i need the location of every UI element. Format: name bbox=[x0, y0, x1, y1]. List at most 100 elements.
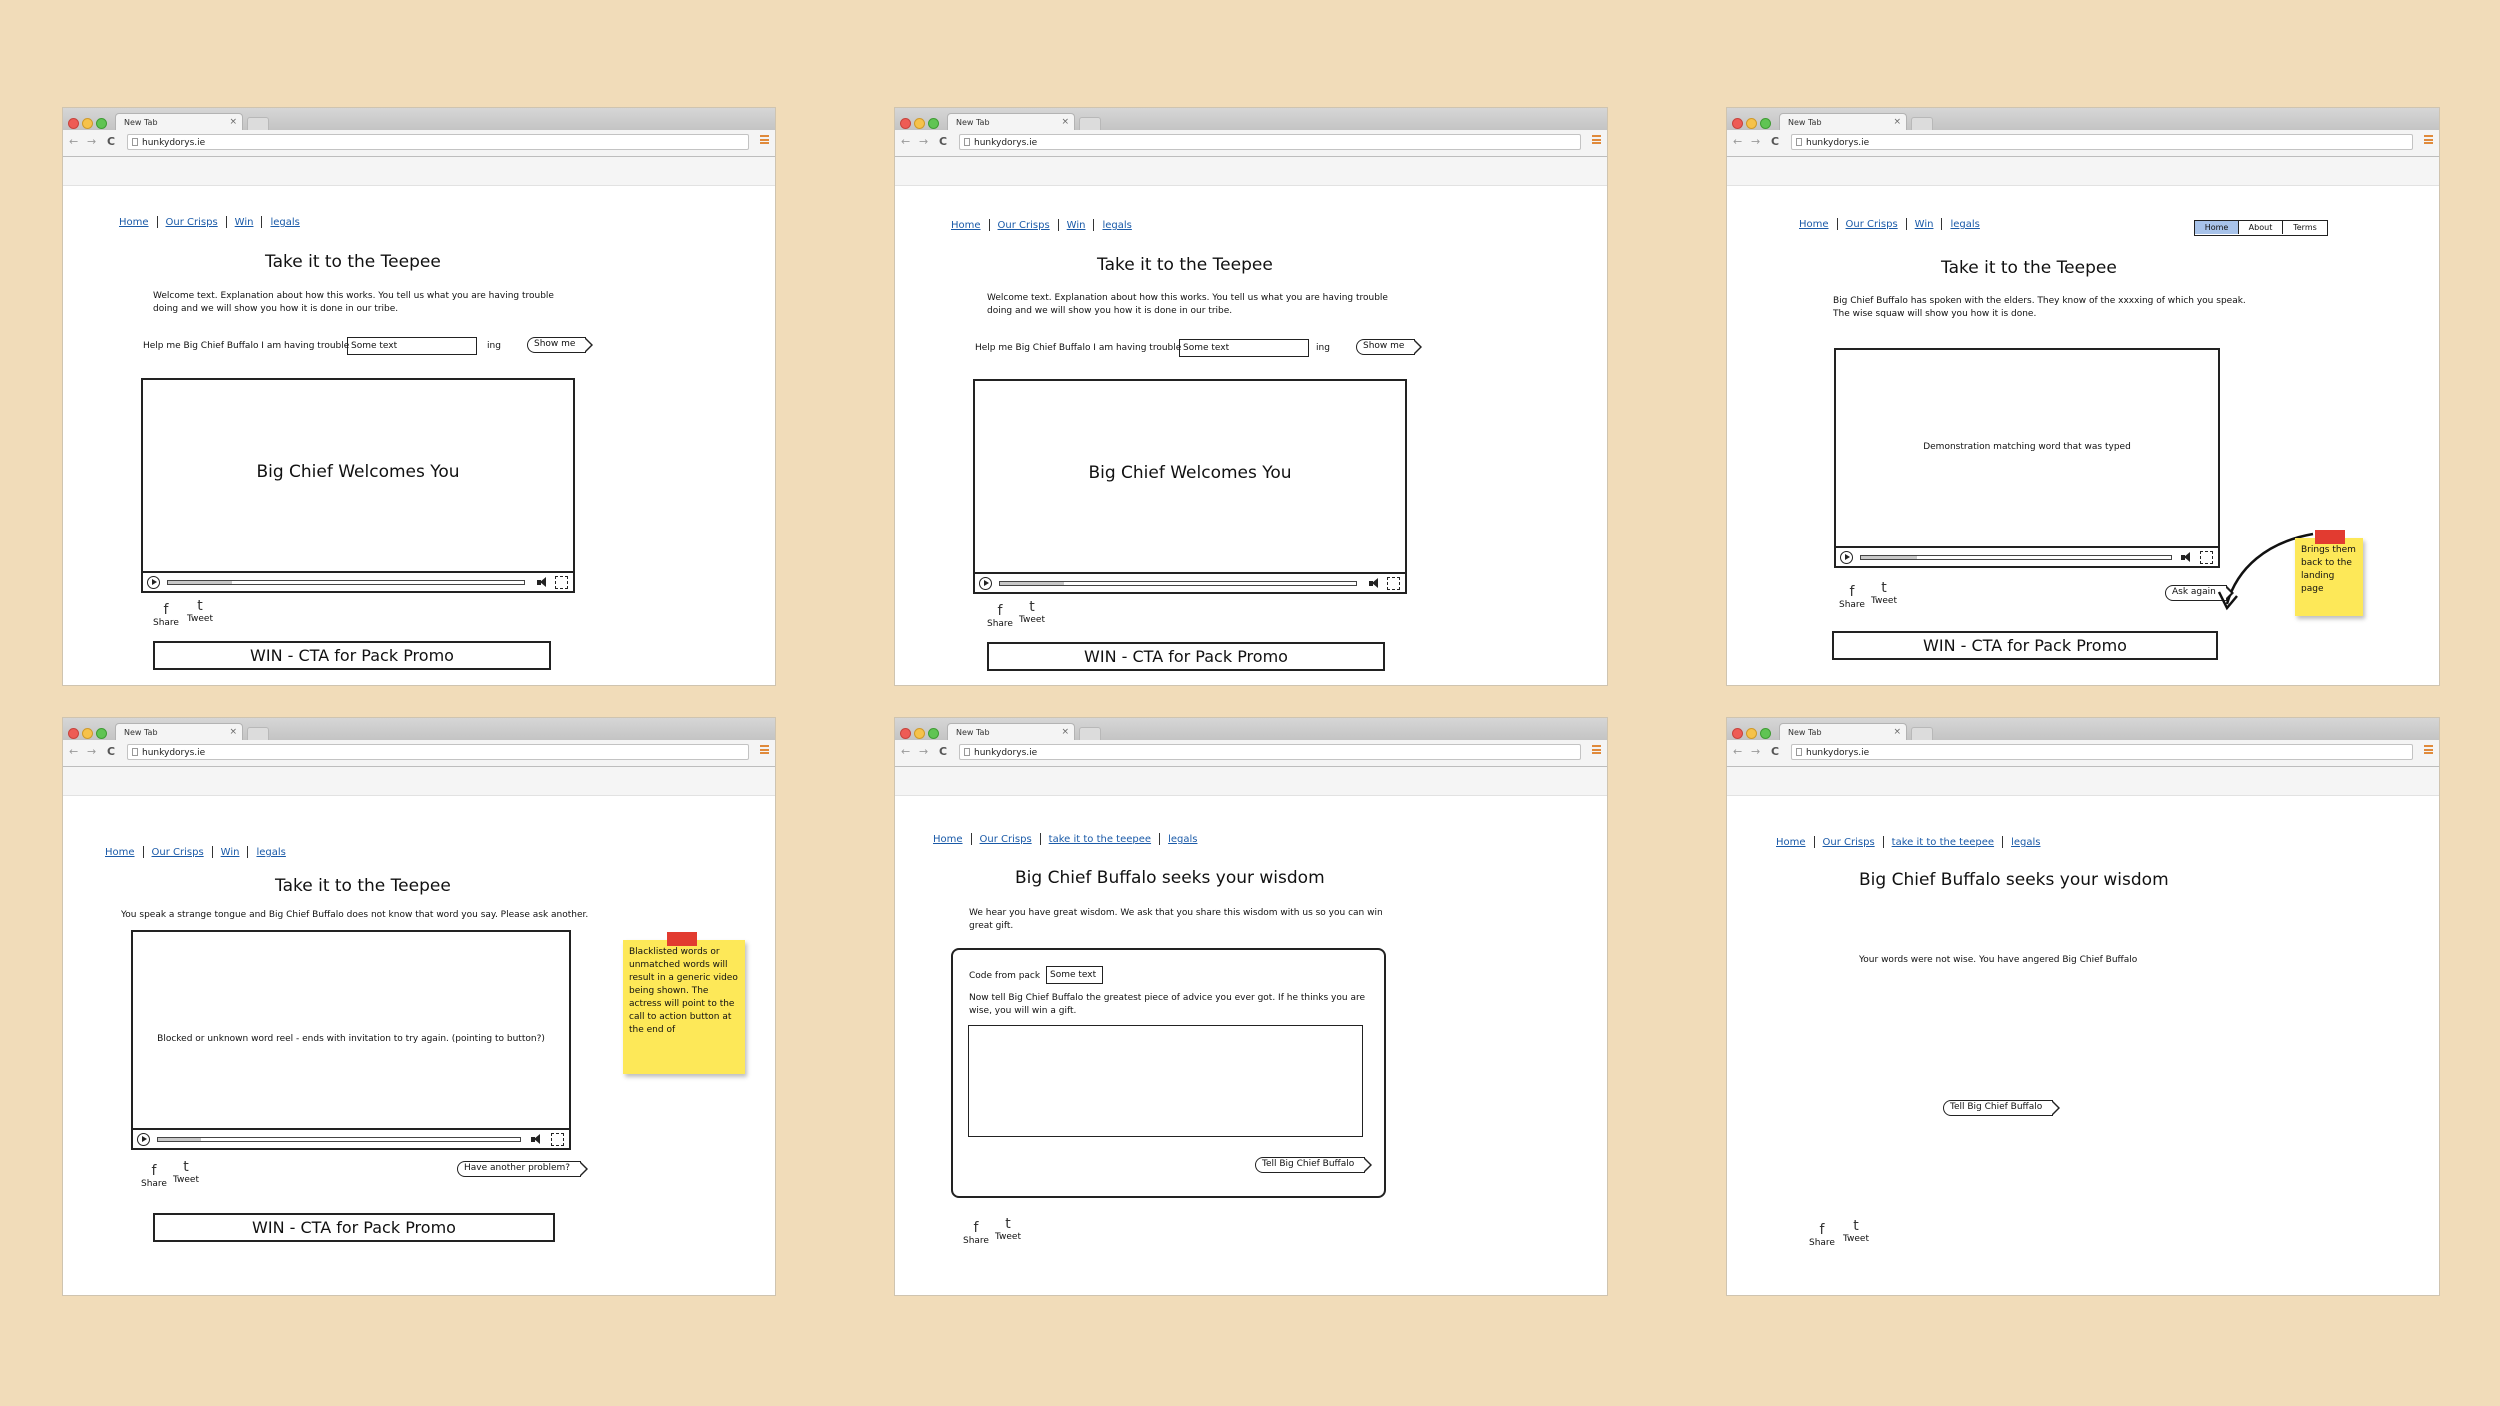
have-another-problem-button[interactable]: Have another problem? bbox=[457, 1160, 589, 1177]
minimize-window-button[interactable] bbox=[82, 118, 93, 129]
progress-track[interactable] bbox=[1860, 555, 2172, 560]
browser-tab[interactable]: New Tab × bbox=[947, 723, 1075, 740]
zoom-window-button[interactable] bbox=[1760, 118, 1771, 129]
menu-icon[interactable] bbox=[760, 135, 769, 144]
address-bar[interactable]: hunkydorys.ie bbox=[959, 134, 1581, 150]
minimize-window-button[interactable] bbox=[1746, 728, 1757, 739]
nav-home-link[interactable]: Home bbox=[951, 220, 981, 231]
zoom-window-button[interactable] bbox=[928, 728, 939, 739]
minimize-window-button[interactable] bbox=[914, 728, 925, 739]
zoom-window-button[interactable] bbox=[96, 728, 107, 739]
close-window-button[interactable] bbox=[68, 728, 79, 739]
nav-teepee-link[interactable]: take it to the teepee bbox=[1049, 834, 1151, 845]
back-arrow-icon[interactable]: ← bbox=[901, 745, 910, 758]
close-window-button[interactable] bbox=[1732, 728, 1743, 739]
new-tab-button[interactable] bbox=[1079, 727, 1101, 740]
nav-legals-link[interactable]: legals bbox=[256, 847, 285, 858]
zoom-window-button[interactable] bbox=[1760, 728, 1771, 739]
nav-home-link[interactable]: Home bbox=[933, 834, 963, 845]
tweet-button[interactable]: t Tweet bbox=[187, 598, 213, 624]
browser-tab[interactable]: New Tab × bbox=[1779, 113, 1907, 130]
nav-crisps-link[interactable]: Our Crisps bbox=[1846, 219, 1898, 230]
tab-close-icon[interactable]: × bbox=[229, 724, 237, 741]
nav-legals-link[interactable]: legals bbox=[2011, 837, 2040, 848]
minimize-window-button[interactable] bbox=[1746, 118, 1757, 129]
nav-home-link[interactable]: Home bbox=[1799, 219, 1829, 230]
minimize-window-button[interactable] bbox=[914, 118, 925, 129]
nav-crisps-link[interactable]: Our Crisps bbox=[980, 834, 1032, 845]
nav-win-link[interactable]: Win bbox=[221, 847, 240, 858]
back-arrow-icon[interactable]: ← bbox=[901, 135, 910, 148]
nav-legals-link[interactable]: legals bbox=[1950, 219, 1979, 230]
menu-icon[interactable] bbox=[2424, 135, 2433, 144]
advice-textarea[interactable] bbox=[968, 1025, 1363, 1137]
tab-close-icon[interactable]: × bbox=[1893, 114, 1901, 131]
forward-arrow-icon[interactable]: → bbox=[87, 745, 96, 758]
forward-arrow-icon[interactable]: → bbox=[1751, 135, 1760, 148]
tab-home[interactable]: Home bbox=[2195, 221, 2239, 234]
new-tab-button[interactable] bbox=[1079, 117, 1101, 130]
zoom-window-button[interactable] bbox=[96, 118, 107, 129]
tab-close-icon[interactable]: × bbox=[1061, 724, 1069, 741]
progress-track[interactable] bbox=[157, 1137, 521, 1142]
menu-icon[interactable] bbox=[1592, 745, 1601, 754]
nav-crisps-link[interactable]: Our Crisps bbox=[166, 217, 218, 228]
code-input[interactable]: Some text bbox=[1046, 966, 1103, 984]
browser-tab[interactable]: New Tab × bbox=[947, 113, 1075, 130]
tweet-button[interactable]: t Tweet bbox=[1019, 599, 1045, 625]
nav-crisps-link[interactable]: Our Crisps bbox=[152, 847, 204, 858]
tweet-button[interactable]: t Tweet bbox=[1843, 1218, 1869, 1244]
tweet-button[interactable]: t Tweet bbox=[995, 1216, 1021, 1242]
share-button[interactable]: f Share bbox=[963, 1220, 989, 1246]
nav-crisps-link[interactable]: Our Crisps bbox=[998, 220, 1050, 231]
nav-legals-link[interactable]: legals bbox=[270, 217, 299, 228]
address-bar[interactable]: hunkydorys.ie bbox=[959, 744, 1581, 760]
nav-home-link[interactable]: Home bbox=[1776, 837, 1806, 848]
share-button[interactable]: f Share bbox=[987, 603, 1013, 629]
browser-tab[interactable]: New Tab × bbox=[115, 113, 243, 130]
nav-legals-link[interactable]: legals bbox=[1102, 220, 1131, 231]
close-window-button[interactable] bbox=[68, 118, 79, 129]
menu-icon[interactable] bbox=[2424, 745, 2433, 754]
volume-icon[interactable] bbox=[531, 1134, 545, 1145]
address-bar[interactable]: hunkydorys.ie bbox=[1791, 134, 2413, 150]
cta-button[interactable]: WIN - CTA for Pack Promo bbox=[1832, 631, 2218, 660]
fullscreen-icon[interactable] bbox=[555, 576, 568, 589]
new-tab-button[interactable] bbox=[247, 727, 269, 740]
close-window-button[interactable] bbox=[900, 728, 911, 739]
menu-icon[interactable] bbox=[1592, 135, 1601, 144]
minimize-window-button[interactable] bbox=[82, 728, 93, 739]
tab-close-icon[interactable]: × bbox=[229, 114, 237, 131]
cta-button[interactable]: WIN - CTA for Pack Promo bbox=[987, 642, 1385, 671]
video-player[interactable]: Big Chief Welcomes You bbox=[141, 378, 575, 593]
share-button[interactable]: f Share bbox=[153, 602, 179, 628]
back-arrow-icon[interactable]: ← bbox=[69, 135, 78, 148]
trouble-input[interactable]: Some text bbox=[1179, 339, 1309, 357]
tab-close-icon[interactable]: × bbox=[1061, 114, 1069, 131]
play-icon[interactable] bbox=[1840, 551, 1853, 564]
nav-home-link[interactable]: Home bbox=[119, 217, 149, 228]
nav-crisps-link[interactable]: Our Crisps bbox=[1823, 837, 1875, 848]
reload-icon[interactable]: C bbox=[107, 745, 115, 758]
play-icon[interactable] bbox=[147, 576, 160, 589]
fullscreen-icon[interactable] bbox=[1387, 577, 1400, 590]
video-player[interactable]: Demonstration matching word that was typ… bbox=[1834, 348, 2220, 568]
volume-icon[interactable] bbox=[537, 577, 551, 588]
tell-big-chief-button[interactable]: Tell Big Chief Buffalo bbox=[1943, 1099, 2061, 1116]
nav-home-link[interactable]: Home bbox=[105, 847, 135, 858]
trouble-input[interactable]: Some text bbox=[347, 337, 477, 355]
cta-button[interactable]: WIN - CTA for Pack Promo bbox=[153, 641, 551, 670]
video-player[interactable]: Big Chief Welcomes You bbox=[973, 379, 1407, 594]
forward-arrow-icon[interactable]: → bbox=[1751, 745, 1760, 758]
share-button[interactable]: f Share bbox=[141, 1163, 167, 1189]
browser-tab[interactable]: New Tab × bbox=[115, 723, 243, 740]
reload-icon[interactable]: C bbox=[939, 135, 947, 148]
progress-track[interactable] bbox=[999, 581, 1357, 586]
new-tab-button[interactable] bbox=[1911, 117, 1933, 130]
address-bar[interactable]: hunkydorys.ie bbox=[1791, 744, 2413, 760]
nav-teepee-link[interactable]: take it to the teepee bbox=[1892, 837, 1994, 848]
close-window-button[interactable] bbox=[900, 118, 911, 129]
tab-terms[interactable]: Terms bbox=[2283, 221, 2327, 234]
forward-arrow-icon[interactable]: → bbox=[919, 745, 928, 758]
address-bar[interactable]: hunkydorys.ie bbox=[127, 744, 749, 760]
